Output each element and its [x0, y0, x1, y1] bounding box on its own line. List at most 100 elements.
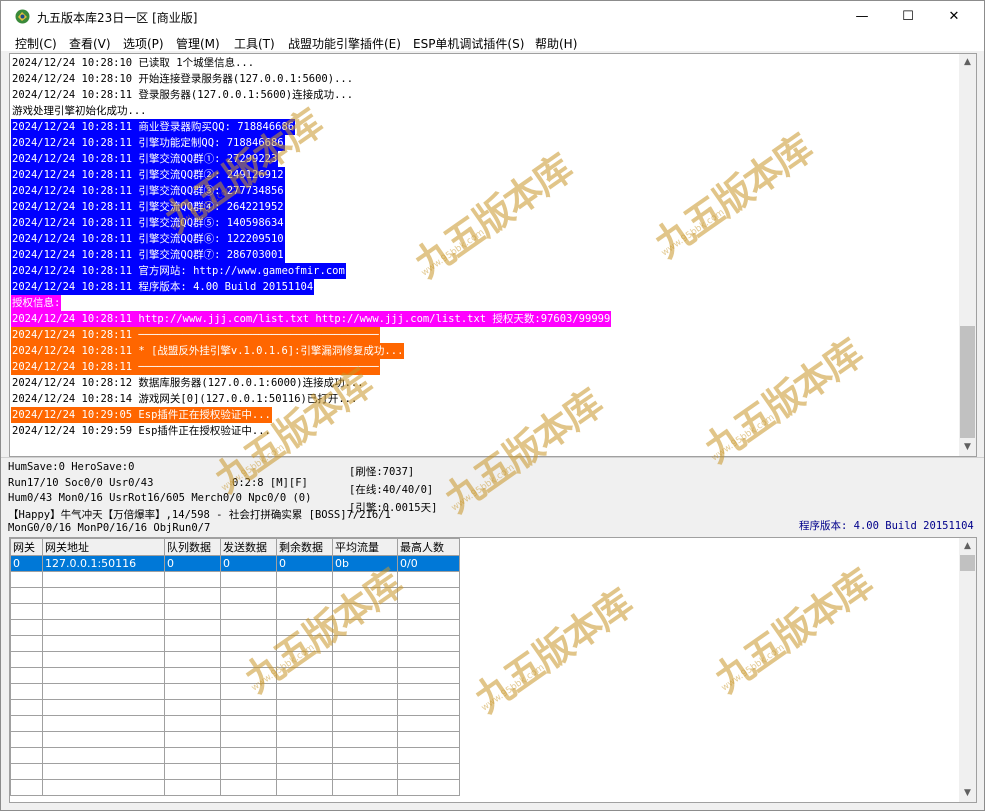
status-counts: Hum0/43 Mon0/16 UsrRot16/605 Merch0/0 Np… — [8, 492, 312, 504]
table-cell — [276, 603, 333, 620]
table-cell — [10, 667, 43, 684]
table-cell: 0 — [164, 555, 221, 572]
log-line: 2024/12/24 10:28:11 ────────────────────… — [11, 359, 380, 375]
log-line: 2024/12/24 10:28:11 引擎功能定制QQ: 718846686 — [11, 135, 285, 151]
table-row[interactable] — [10, 699, 460, 716]
status-refresh: [刷怪:7037] — [349, 466, 415, 478]
table-cell — [220, 603, 277, 620]
table-cell — [42, 683, 165, 700]
minimize-button[interactable]: — — [839, 1, 885, 32]
scroll-up-icon[interactable]: ▲ — [959, 54, 976, 71]
menu-options[interactable]: 选项(P) — [123, 35, 164, 52]
menu-esp-plugin[interactable]: ESP单机调试插件(S) — [413, 35, 524, 52]
log-line: 2024/12/24 10:28:11 引擎交流QQ群①: 27299223 — [11, 151, 279, 167]
log-panel[interactable]: 2024/12/24 10:28:10 已读取 1个城堡信息... 2024/12… — [9, 53, 977, 457]
table-cell — [10, 683, 43, 700]
table-cell — [164, 587, 221, 604]
column-header[interactable]: 平均流量 — [332, 538, 398, 556]
column-header[interactable]: 最高人数 — [397, 538, 460, 556]
table-cell — [220, 571, 277, 588]
status-mon: MonG0/0/16 MonP0/16/16 ObjRun0/7 — [8, 522, 211, 534]
gateway-grid[interactable]: 网关 网关地址 队列数据 发送数据 剩余数据 平均流量 最高人数 0 127.0.0.1:50… — [9, 537, 977, 803]
table-row[interactable] — [10, 651, 460, 668]
table-row[interactable] — [10, 635, 460, 652]
column-header[interactable]: 剩余数据 — [276, 538, 333, 556]
column-header[interactable]: 网关 — [10, 538, 43, 556]
log-line: 2024/12/24 10:28:14 游戏网关[0](127.0.0.1:50… — [12, 393, 358, 405]
table-cell — [42, 667, 165, 684]
table-cell — [220, 651, 277, 668]
log-line: 2024/12/24 10:28:11 引擎交流QQ群⑤: 140598634 — [11, 215, 285, 231]
table-row[interactable] — [10, 571, 460, 588]
close-button[interactable]: ✕ — [931, 1, 977, 32]
table-cell — [397, 667, 460, 684]
table-cell — [42, 699, 165, 716]
maximize-button[interactable]: ☐ — [885, 1, 931, 32]
menu-control[interactable]: 控制(C) — [15, 35, 57, 52]
table-cell — [276, 747, 333, 764]
table-cell — [220, 715, 277, 732]
table-cell — [164, 683, 221, 700]
log-line: 2024/12/24 10:28:11 * [战盟反外挂引擎v.1.0.1.6]… — [11, 343, 405, 359]
column-header[interactable]: 发送数据 — [220, 538, 277, 556]
table-row[interactable] — [10, 619, 460, 636]
table-cell — [42, 587, 165, 604]
menu-engine-plugin[interactable]: 战盟功能引擎插件(E) — [288, 35, 401, 52]
table-cell — [332, 667, 398, 684]
table-cell — [10, 651, 43, 668]
table-cell — [397, 699, 460, 716]
table-row[interactable] — [10, 683, 460, 700]
table-row[interactable] — [10, 667, 460, 684]
menu-tools[interactable]: 工具(T) — [234, 35, 275, 52]
table-row[interactable]: 0 127.0.0.1:50116 0 0 0 0b 0/0 — [10, 555, 460, 572]
scroll-down-icon[interactable]: ▼ — [959, 439, 976, 456]
table-cell — [10, 747, 43, 764]
log-line: 2024/12/24 10:28:10 开始连接登录服务器(127.0.0.1:… — [12, 73, 354, 85]
table-row[interactable] — [10, 747, 460, 764]
table-row[interactable] — [10, 603, 460, 620]
table-cell — [10, 619, 43, 636]
scroll-thumb[interactable] — [960, 326, 975, 438]
table-row[interactable] — [10, 731, 460, 748]
status-time: 0:2:8 [M][F] — [232, 477, 308, 489]
main-window: 九五版本库23日一区 [商业版] — ☐ ✕ 控制(C) 查看(V) 选项(P)… — [0, 0, 985, 811]
menu-help[interactable]: 帮助(H) — [535, 35, 577, 52]
menu-view[interactable]: 查看(V) — [69, 35, 111, 52]
app-icon — [15, 9, 30, 24]
table-cell: 127.0.0.1:50116 — [42, 555, 165, 572]
table-cell — [42, 603, 165, 620]
table-cell — [276, 731, 333, 748]
table-cell — [397, 635, 460, 652]
log-line: 2024/12/24 10:29:59 Esp插件正在授权验证中... — [12, 425, 271, 437]
table-cell — [332, 763, 398, 780]
table-cell — [276, 619, 333, 636]
menu-manage[interactable]: 管理(M) — [176, 35, 220, 52]
table-cell — [397, 651, 460, 668]
table-row[interactable] — [10, 715, 460, 732]
grid-scroll-down-icon[interactable]: ▼ — [959, 785, 976, 802]
table-cell — [276, 699, 333, 716]
table-cell — [10, 731, 43, 748]
log-line: 2024/12/24 10:28:11 引擎交流QQ群③: 277734856 — [11, 183, 285, 199]
column-header[interactable]: 网关地址 — [42, 538, 165, 556]
grid-scroll-thumb[interactable] — [960, 555, 975, 571]
table-row[interactable] — [10, 587, 460, 604]
log-line: 2024/12/24 10:28:11 ────────────────────… — [11, 327, 380, 343]
log-line: 2024/12/24 10:28:11 官方网站: http://www.gam… — [11, 263, 346, 279]
table-cell — [220, 635, 277, 652]
table-row[interactable] — [10, 779, 460, 796]
table-cell — [332, 683, 398, 700]
table-cell — [332, 635, 398, 652]
title-bar[interactable]: 九五版本库23日一区 [商业版] — ☐ ✕ — [1, 1, 984, 32]
grid-scroll-up-icon[interactable]: ▲ — [959, 538, 976, 555]
log-scrollbar[interactable]: ▲ ▼ — [959, 54, 976, 456]
column-header[interactable]: 队列数据 — [164, 538, 221, 556]
table-cell — [332, 603, 398, 620]
table-cell — [42, 715, 165, 732]
grid-scrollbar[interactable]: ▲ ▼ — [959, 538, 976, 802]
status-version: 程序版本: 4.00 Build 20151104 — [799, 520, 974, 532]
table-row[interactable] — [10, 763, 460, 780]
table-cell — [397, 571, 460, 588]
table-cell — [332, 731, 398, 748]
table-cell — [10, 571, 43, 588]
